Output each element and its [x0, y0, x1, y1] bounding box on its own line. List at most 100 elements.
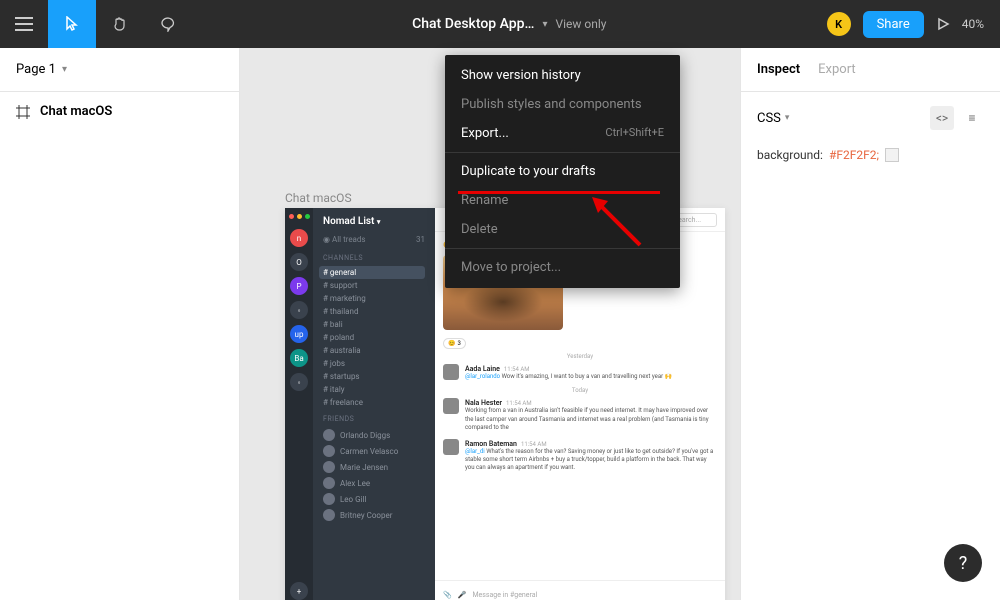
toolbar-center: Chat Desktop App… ▾ View only: [192, 16, 827, 32]
user-avatar[interactable]: K: [827, 12, 851, 36]
annotation-underline: [458, 191, 660, 194]
code-lang-selector[interactable]: CSS ▾: [757, 111, 789, 126]
list-icon: ≡: [968, 111, 975, 125]
hand-icon: [112, 16, 128, 32]
channel-item[interactable]: # support: [319, 279, 425, 292]
hamburger-icon: [15, 17, 33, 31]
channel-item[interactable]: # jobs: [319, 357, 425, 370]
color-swatch: [885, 148, 899, 162]
message-time: 11:54 AM: [504, 366, 530, 373]
workspace-icon[interactable]: ◦: [290, 373, 308, 391]
comment-icon: [160, 16, 176, 32]
friend-item[interactable]: Orlando Diggs: [323, 427, 425, 443]
channel-item[interactable]: # general: [319, 266, 425, 279]
menu-duplicate[interactable]: Duplicate to your drafts: [445, 157, 680, 186]
channel-item[interactable]: # poland: [319, 331, 425, 344]
toolbar-left: [0, 0, 192, 48]
toolbar-right: K Share 40%: [827, 11, 1000, 38]
document-title[interactable]: Chat Desktop App…: [412, 16, 534, 32]
friend-item[interactable]: Alex Lee: [323, 475, 425, 491]
message-avatar[interactable]: [443, 439, 459, 455]
message-row: Nala Hester 11:54 AM Working from a van i…: [443, 398, 717, 432]
file-context-menu: Show version history Publish styles and …: [445, 55, 680, 288]
move-tool-button[interactable]: [48, 0, 96, 48]
message-text: @lar_di What's the reason for the van? S…: [465, 448, 717, 473]
comment-tool-button[interactable]: [144, 0, 192, 48]
date-divider: Yesterday: [443, 353, 717, 360]
code-view-button[interactable]: <>: [930, 106, 954, 130]
friend-item[interactable]: Marie Jensen: [323, 459, 425, 475]
channel-item[interactable]: # italy: [319, 383, 425, 396]
message-row: Ramon Bateman 11:54 AM @lar_di What's the…: [443, 439, 717, 473]
message-author[interactable]: Ramon Bateman: [465, 440, 517, 448]
channel-item[interactable]: # marketing: [319, 292, 425, 305]
message-avatar[interactable]: [443, 398, 459, 414]
tab-export[interactable]: Export: [818, 62, 856, 77]
attach-icon[interactable]: 📎: [443, 591, 452, 599]
workspace-name[interactable]: Nomad List ▾: [323, 216, 425, 227]
message-author[interactable]: Nala Hester: [465, 399, 502, 407]
menu-shortcut: Ctrl+Shift+E: [605, 126, 664, 141]
css-property: background:: [757, 148, 823, 162]
panel-tabs: Inspect Export: [741, 48, 1000, 92]
frame-icon: [16, 105, 30, 119]
workspace-icon[interactable]: ◦: [290, 301, 308, 319]
mic-icon[interactable]: 🎤: [458, 591, 467, 599]
chat-sidebar: n O P ◦ up Ba ◦ + Nomad List ▾ ◉ All tre…: [285, 208, 435, 600]
view-mode-label: View only: [555, 17, 606, 31]
workspace-rail: n O P ◦ up Ba ◦ +: [285, 208, 313, 600]
menu-publish[interactable]: Publish styles and components: [445, 90, 680, 119]
add-workspace-button[interactable]: +: [290, 582, 308, 600]
reaction-badge[interactable]: 😊 3: [443, 338, 466, 349]
table-view-button[interactable]: ≡: [960, 106, 984, 130]
workspace-icon[interactable]: up: [290, 325, 308, 343]
message-author[interactable]: Aada Laine: [465, 365, 500, 373]
code-lang-row: CSS ▾ <> ≡: [741, 92, 1000, 144]
frame-name: Chat macOS: [40, 104, 112, 119]
message-time: 11:54 AM: [506, 400, 532, 407]
pages-panel: Page 1 ▾ Chat macOS: [0, 48, 240, 600]
message-input-placeholder: Message in #general: [472, 591, 537, 599]
present-icon[interactable]: [936, 17, 950, 31]
message-time: 11:54 AM: [521, 441, 547, 448]
channel-item[interactable]: # freelance: [319, 396, 425, 409]
cursor-icon: [64, 16, 80, 32]
friend-item[interactable]: Leo Gill: [323, 491, 425, 507]
menu-move-project[interactable]: Move to project...: [445, 253, 680, 282]
layer-frame-row[interactable]: Chat macOS: [0, 92, 239, 131]
chevron-down-icon[interactable]: ▾: [542, 19, 547, 30]
date-divider: Today: [443, 387, 717, 394]
workspace-icon[interactable]: P: [290, 277, 308, 295]
message-text: Working from a van in Australia isn't fe…: [465, 407, 717, 432]
menu-export[interactable]: Export...Ctrl+Shift+E: [445, 119, 680, 148]
canvas-frame-label[interactable]: Chat macOS: [285, 191, 352, 205]
help-button[interactable]: ?: [944, 544, 982, 582]
page-selector[interactable]: Page 1 ▾: [0, 48, 239, 92]
friend-item[interactable]: Britney Cooper: [323, 507, 425, 523]
menu-version-history[interactable]: Show version history: [445, 61, 680, 90]
message-avatar[interactable]: [443, 364, 459, 380]
tab-inspect[interactable]: Inspect: [757, 62, 800, 77]
workspace-icon[interactable]: n: [290, 229, 308, 247]
channel-item[interactable]: # australia: [319, 344, 425, 357]
window-controls: [289, 214, 310, 219]
annotation-arrow-icon: [590, 195, 650, 250]
share-button[interactable]: Share: [863, 11, 924, 38]
main-menu-button[interactable]: [0, 0, 48, 48]
css-value: #F2F2F2;: [829, 148, 879, 162]
friends-header: FRIENDS: [323, 415, 425, 423]
threads-link[interactable]: ◉ All treads 31: [323, 235, 425, 244]
message-input-bar[interactable]: 📎 🎤 Message in #general: [435, 580, 725, 600]
friend-item[interactable]: Carmen Velasco: [323, 443, 425, 459]
css-code-line[interactable]: background: #F2F2F2;: [741, 144, 1000, 176]
zoom-level[interactable]: 40%: [962, 17, 984, 31]
channel-item[interactable]: # thailand: [319, 305, 425, 318]
hand-tool-button[interactable]: [96, 0, 144, 48]
channels-header: CHANNELS: [323, 254, 425, 262]
page-label: Page 1: [16, 62, 56, 77]
channel-item[interactable]: # startups: [319, 370, 425, 383]
workspace-icon[interactable]: Ba: [290, 349, 308, 367]
channel-item[interactable]: # bali: [319, 318, 425, 331]
workspace-icon[interactable]: O: [290, 253, 308, 271]
message-text: @lar_rolando Wow it's amazing, I want to…: [465, 373, 717, 381]
